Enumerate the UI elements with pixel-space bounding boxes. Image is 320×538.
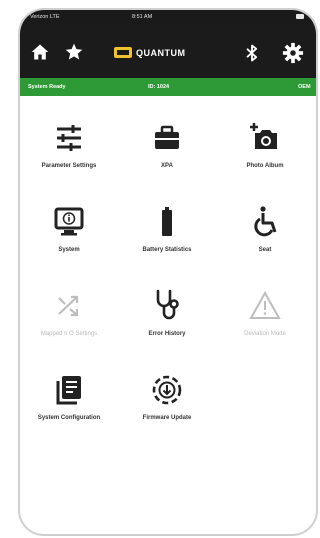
logo-text: QUANTUM — [136, 48, 186, 58]
tile-label: Seat — [258, 247, 272, 253]
clock-label: 8:51 AM — [132, 14, 153, 20]
bluetooth-icon[interactable] — [242, 42, 262, 64]
tile-label: Parameter Settings — [41, 163, 97, 169]
camera-add-icon — [250, 123, 277, 149]
star-icon[interactable] — [64, 42, 84, 62]
tile-label: System — [58, 247, 80, 253]
tile-label: XPA — [161, 163, 173, 169]
logo-mark — [114, 47, 132, 58]
tile-mapped-io-settings[interactable]: Mapped I/ O Settings — [20, 288, 118, 338]
battery-status-icon — [296, 14, 304, 19]
status-bar: Verizon LTE 8:51 AM — [20, 10, 316, 24]
battery-icon — [162, 207, 172, 236]
status-banner: System Ready ID: 1024 OEM — [20, 78, 316, 96]
monitor-info-icon — [54, 207, 84, 236]
tile-label: Error History — [148, 331, 186, 337]
stethoscope-icon — [156, 289, 179, 320]
carrier-label: Verizon LTE — [30, 14, 60, 20]
tile-deviation-mode[interactable]: Deviation Mode — [216, 288, 314, 338]
shuffle-icon — [58, 295, 79, 317]
tile-xpa[interactable]: XPA — [118, 120, 216, 170]
tile-battery-statistics[interactable]: Battery Statistics — [118, 204, 216, 254]
tile-label: Deviation Mode — [244, 331, 286, 337]
download-cycle-icon — [152, 375, 182, 405]
gear-icon[interactable] — [282, 42, 304, 64]
sliders-icon — [57, 125, 81, 151]
tile-label: Photo Album — [246, 163, 284, 169]
oem-text: OEM — [298, 84, 311, 90]
tile-firmware-update[interactable]: Firmware Update — [118, 372, 216, 422]
tile-photo-album[interactable]: Photo Album — [216, 120, 314, 170]
quantum-logo: QUANTUM — [114, 46, 216, 60]
tile-label: System Configuration — [37, 415, 101, 421]
tile-label: Mapped I/ O Settings — [40, 331, 98, 337]
tile-label: Battery Statistics — [142, 247, 192, 253]
system-status-text: System Ready — [28, 84, 66, 90]
documents-icon — [56, 376, 81, 405]
tile-system[interactable]: System — [20, 204, 118, 254]
briefcase-icon — [155, 125, 179, 149]
tile-seat[interactable]: Seat — [216, 204, 314, 254]
phone-frame: Verizon LTE 8:51 AM QUANTUM System Ready… — [18, 8, 318, 536]
tile-label: Firmware Update — [142, 415, 192, 421]
tile-error-history[interactable]: Error History — [118, 288, 216, 338]
warning-icon — [249, 290, 281, 319]
device-id-text: ID: 1024 — [148, 84, 170, 90]
wheelchair-icon — [254, 206, 277, 237]
tile-parameter-settings[interactable]: Parameter Settings — [20, 120, 118, 170]
home-icon[interactable] — [30, 42, 50, 62]
tile-system-configuration[interactable]: System Configuration — [20, 372, 118, 422]
top-nav-bar: QUANTUM — [20, 24, 316, 78]
